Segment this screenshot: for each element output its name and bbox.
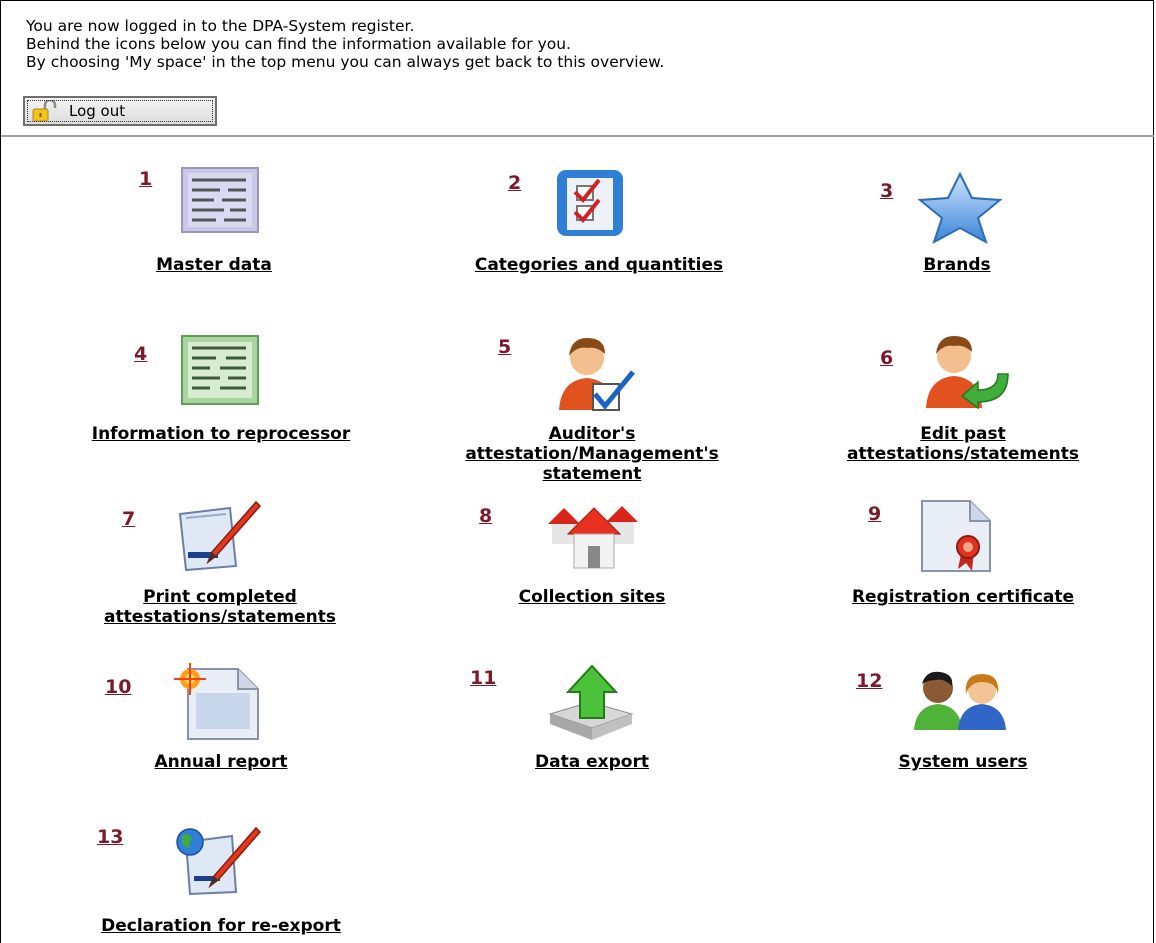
tile-number-10[interactable]: 10 (105, 676, 131, 698)
tile-label-information-to-reprocessor[interactable]: Information to reprocessor (92, 424, 351, 444)
users-icon[interactable] (912, 670, 1010, 732)
tile-number-2[interactable]: 2 (508, 172, 521, 194)
tile-label-declaration-for-re-export[interactable]: Declaration for re-export (101, 916, 341, 936)
tile-number-12[interactable]: 12 (856, 670, 882, 692)
tile-label-brands[interactable]: Brands (923, 255, 990, 275)
lock-icon (32, 100, 57, 122)
tile-number-11[interactable]: 11 (470, 667, 496, 689)
tile-number-9[interactable]: 9 (868, 503, 881, 525)
tile-number-6[interactable]: 6 (880, 347, 893, 369)
tile-label-collection-sites[interactable]: Collection sites (519, 587, 666, 607)
tile-label-line: Edit past (920, 424, 1006, 444)
tile-number-4[interactable]: 4 (134, 343, 147, 365)
intro-line-3: By choosing 'My space' in the top menu y… (26, 53, 665, 71)
tile-label-line: Auditor's (548, 424, 636, 444)
intro-line-2: Behind the icons below you can find the … (26, 35, 571, 53)
intro-text: You are now logged in to the DPA-System … (26, 17, 664, 71)
new-document-icon[interactable] (174, 663, 264, 743)
intro-line-1: You are now logged in to the DPA-System … (26, 17, 415, 35)
tile-number-1[interactable]: 1 (139, 168, 152, 190)
tile-label-registration-certificate[interactable]: Registration certificate (852, 587, 1074, 607)
tile-number-8[interactable]: 8 (479, 505, 492, 527)
tile-label-line: attestations/statements (847, 444, 1079, 464)
tile-number-5[interactable]: 5 (498, 336, 511, 358)
green-document-icon[interactable] (180, 334, 260, 406)
houses-icon[interactable] (546, 500, 642, 570)
tile-label-line: attestation/Management's (465, 444, 719, 464)
tile-label-line: statement (542, 464, 642, 484)
tile-label-auditors-attestation[interactable]: Auditor's attestation/Management's state… (465, 424, 718, 484)
tile-label-data-export[interactable]: Data export (535, 752, 649, 772)
star-icon[interactable] (912, 170, 1008, 244)
tile-number-13[interactable]: 13 (97, 826, 123, 848)
tile-label-annual-report[interactable]: Annual report (155, 752, 288, 772)
tile-number-7[interactable]: 7 (122, 508, 135, 530)
tile-number-3[interactable]: 3 (880, 180, 893, 202)
tile-label-system-users[interactable]: System users (899, 752, 1028, 772)
user-arrow-icon[interactable] (922, 332, 1012, 410)
tile-label-print-completed[interactable]: Print completed attestations/statements (104, 587, 336, 627)
tile-label-edit-past-attestations[interactable]: Edit past attestations/statements (847, 424, 1079, 464)
globe-pen-icon[interactable] (174, 826, 266, 896)
document-list-icon[interactable] (180, 166, 260, 234)
export-arrow-icon[interactable] (546, 662, 636, 742)
tile-label-line: attestations/statements (104, 607, 336, 627)
logout-label: Log out (69, 102, 126, 120)
certificate-icon[interactable] (918, 497, 994, 575)
tile-label-categories-and-quantities[interactable]: Categories and quantities (475, 255, 723, 275)
pen-document-icon[interactable] (172, 500, 268, 572)
separator (1, 135, 1154, 137)
user-check-icon[interactable] (553, 332, 639, 412)
tile-label-master-data[interactable]: Master data (156, 255, 272, 275)
logout-button[interactable]: Log out (23, 96, 217, 126)
tile-label-line: Print completed (143, 587, 297, 607)
checklist-icon[interactable] (553, 166, 627, 240)
